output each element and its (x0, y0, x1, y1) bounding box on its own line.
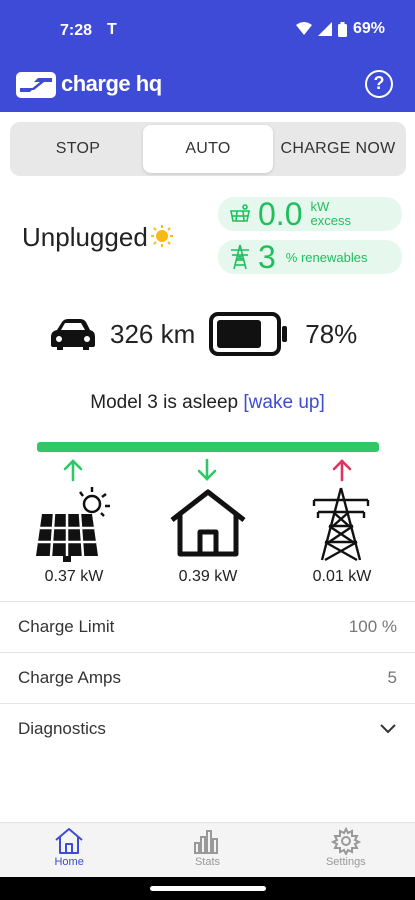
vehicle-range: 326 km (110, 318, 196, 349)
home-down-arrow-icon (197, 458, 217, 481)
system-status-bar: 7:28 T 69% (0, 0, 415, 62)
renewables-value: 3 (258, 239, 276, 275)
nav-stats-label: Stats (194, 856, 221, 868)
vehicle-battery-percent: 78% (305, 318, 358, 349)
vehicle-battery-icon (209, 312, 288, 356)
charge-limit-value: 100 % (348, 617, 397, 636)
grid-up-arrow-icon (332, 459, 352, 482)
battery-icon (337, 21, 347, 37)
car-icon (51, 319, 95, 350)
charge-mode-selector: STOP AUTO CHARGE NOW (10, 122, 406, 176)
excess-value: 0.0 (258, 196, 303, 232)
diagnostics-label: Diagnostics (18, 719, 106, 738)
energy-flow-bar (37, 442, 379, 452)
solar-panel-icon (36, 487, 110, 562)
grid-power-value: 0.01 kW (312, 568, 372, 585)
home-power-value: 0.39 kW (178, 568, 238, 585)
stats-icon (194, 830, 219, 854)
excess-unit-kw: kW (310, 199, 330, 214)
gesture-bar (0, 877, 415, 900)
app-brand: charge hq (61, 71, 162, 96)
wake-up-link[interactable]: [wake up] (243, 392, 324, 413)
notification-icon: T (107, 21, 117, 38)
transmission-tower-icon (312, 487, 370, 562)
solar-up-arrow-icon (63, 459, 83, 482)
renewables-unit: % renewables (285, 249, 368, 265)
app-bar: charge hq ? (0, 62, 415, 112)
excess-unit: kW excess (310, 200, 350, 228)
excess-power-badge: 0.0 kW excess (218, 197, 402, 231)
home-icon (55, 828, 83, 854)
bottom-navigation: Home Stats Settings (0, 822, 415, 877)
charge-limit-label: Charge Limit (18, 617, 115, 636)
solar-panel-icon (230, 204, 250, 222)
charge-amps-row[interactable]: Charge Amps 5 (0, 652, 415, 703)
battery-percentage: 69% (352, 20, 385, 37)
charge-amps-label: Charge Amps (18, 668, 121, 687)
clock: 7:28 (60, 22, 93, 39)
chevron-down-icon[interactable] (379, 723, 397, 735)
nav-home[interactable]: Home (0, 823, 138, 877)
diagnostics-row[interactable]: Diagnostics (0, 703, 415, 754)
charge-settings-list: Charge Limit 100 % Charge Amps 5 Diagnos… (0, 601, 415, 754)
solar-power-value: 0.37 kW (44, 568, 104, 585)
charge-amps-value: 5 (387, 668, 397, 687)
excess-unit-label: excess (310, 213, 351, 228)
nav-settings[interactable]: Settings (277, 823, 415, 877)
status-icons: 69% (295, 20, 385, 38)
sun-icon (150, 224, 173, 247)
wifi-icon (295, 22, 312, 35)
charger-status: Unplugged (22, 222, 174, 253)
help-icon[interactable]: ? (365, 70, 393, 98)
mode-auto-button[interactable]: AUTO (143, 125, 273, 173)
nav-settings-label: Settings (325, 856, 366, 868)
charger-status-text: Unplugged (22, 222, 148, 252)
mode-charge-now-button[interactable]: CHARGE NOW (273, 125, 403, 173)
transmission-tower-icon (231, 244, 249, 270)
renewables-badge: 3 % renewables (218, 240, 402, 274)
charge-hq-logo (16, 72, 56, 98)
charge-limit-row[interactable]: Charge Limit 100 % (0, 601, 415, 652)
nav-home-label: Home (54, 856, 84, 868)
signal-icon (317, 22, 332, 36)
nav-stats[interactable]: Stats (138, 823, 276, 877)
home-gesture-handle[interactable] (150, 886, 266, 891)
gear-icon (330, 827, 361, 855)
vehicle-summary: 326 km 78% (48, 310, 378, 358)
sleep-text: Model 3 is asleep (90, 392, 239, 413)
vehicle-sleep-status: Model 3 is asleep [wake up] (0, 392, 415, 414)
home-icon (170, 489, 246, 557)
mode-stop-button[interactable]: STOP (13, 125, 143, 173)
